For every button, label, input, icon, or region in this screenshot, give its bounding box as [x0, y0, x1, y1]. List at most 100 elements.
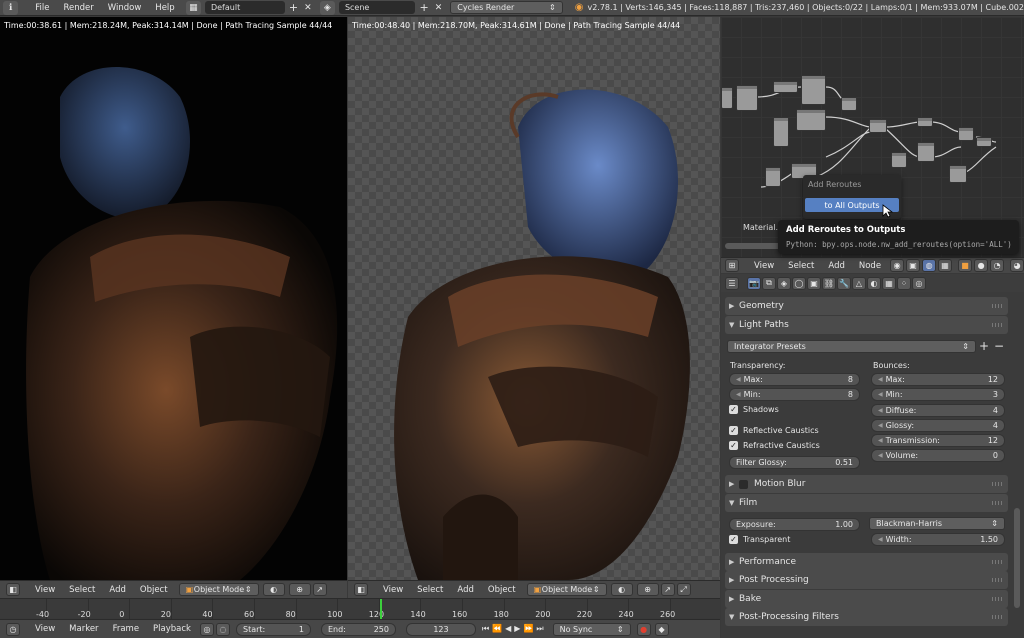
keying-icon[interactable]: ◎	[199, 622, 214, 636]
linestyle-icon[interactable]: ◔	[990, 259, 1005, 272]
material-tab-icon[interactable]: ◐	[867, 276, 881, 290]
drag-grip-icon[interactable]	[992, 501, 1002, 505]
menu-object[interactable]: Object	[133, 585, 175, 595]
transmission-field[interactable]: ◀ Transmission: 12	[871, 434, 1005, 447]
decrement-arrow-icon[interactable]: ◀	[878, 437, 883, 444]
panel-geometry[interactable]: ▶ Geometry	[725, 297, 1008, 315]
menu-file[interactable]: File	[28, 3, 56, 13]
render-engine-select[interactable]: Cycles Render ⇕	[450, 1, 563, 14]
filter-width-field[interactable]: ◀ Width: 1.50	[871, 533, 1005, 546]
filter-glossy-field[interactable]: Filter Glossy: 0.51	[729, 456, 860, 469]
sync-select[interactable]: No Sync ⇕	[552, 622, 631, 636]
current-frame-field[interactable]: 123	[405, 622, 476, 636]
node[interactable]	[976, 137, 992, 147]
drag-grip-icon[interactable]	[992, 597, 1002, 601]
record-icon[interactable]: ●	[636, 622, 651, 636]
node[interactable]	[841, 97, 857, 111]
remove-preset-icon[interactable]: −	[994, 339, 1004, 353]
start-frame-field[interactable]: Start: 1	[235, 622, 311, 636]
panel-performance[interactable]: ▶ Performance	[725, 553, 1008, 571]
preview-range-icon[interactable]: ◌	[215, 622, 230, 636]
decrement-arrow-icon[interactable]: ◀	[878, 407, 883, 414]
menu-select[interactable]: Select	[410, 585, 450, 595]
pivot-icon[interactable]: ⊕	[288, 583, 311, 596]
keyframe-icon[interactable]: ◆	[654, 622, 669, 636]
add-layout-icon[interactable]: +	[289, 1, 298, 14]
menu-view[interactable]: View	[28, 585, 62, 595]
menu-view[interactable]: View	[376, 585, 410, 595]
drag-grip-icon[interactable]	[992, 615, 1002, 619]
node[interactable]	[721, 87, 733, 109]
scene-icon[interactable]: ◈	[319, 0, 335, 15]
screen-layout-icon[interactable]: ▦	[185, 0, 201, 15]
decrement-arrow-icon[interactable]: ◀	[878, 376, 883, 383]
current-frame-marker[interactable]	[380, 599, 382, 619]
motion-blur-checkbox[interactable]	[739, 479, 748, 489]
properties-editor-icon[interactable]: ☰	[725, 276, 739, 290]
node[interactable]	[949, 165, 967, 183]
node[interactable]	[958, 127, 974, 141]
drag-grip-icon[interactable]	[992, 323, 1002, 327]
decrement-arrow-icon[interactable]: ◀	[878, 536, 883, 543]
playback-controls[interactable]: ⏮⏪◀▶⏩⏭	[482, 624, 547, 634]
panel-light-paths[interactable]: ▼ Light Paths	[725, 316, 1008, 334]
menu-object[interactable]: Object	[481, 585, 523, 595]
world-tab-icon[interactable]: ◯	[792, 276, 806, 290]
refractive-caustics-checkbox[interactable]: ✓ Refractive Caustics	[729, 441, 820, 450]
texture-tab-icon[interactable]: ▦	[882, 276, 896, 290]
node[interactable]	[869, 119, 887, 133]
shader-nodes-icon[interactable]: ◉	[890, 259, 905, 272]
render-layers-tab-icon[interactable]: ⧉	[762, 276, 776, 290]
viewport-right[interactable]: Time:00:48.40 | Mem:218.70M, Peak:314.61…	[348, 17, 720, 580]
viewport-left[interactable]: Time:00:38.61 | Mem:218.24M, Peak:314.14…	[0, 17, 347, 580]
remove-scene-icon[interactable]: ✕	[435, 3, 443, 13]
manipulator-icon[interactable]: ↗	[312, 583, 327, 596]
panel-post-processing-filters[interactable]: ▼ Post-Processing Filters	[725, 608, 1008, 626]
drag-grip-icon[interactable]	[992, 304, 1002, 308]
manipulator-icon[interactable]: ↗	[660, 583, 675, 596]
scene-tab-icon[interactable]: ◈	[777, 276, 791, 290]
node[interactable]	[796, 109, 826, 131]
editor-type-info-icon[interactable]: ℹ	[3, 0, 19, 15]
menu-frame[interactable]: Frame	[106, 624, 146, 634]
properties-scrollbar[interactable]	[1014, 508, 1020, 608]
reflective-caustics-checkbox[interactable]: ✓ Reflective Caustics	[729, 426, 819, 435]
drag-grip-icon[interactable]	[992, 560, 1002, 564]
end-frame-field[interactable]: End: 250	[320, 622, 396, 636]
menu-add[interactable]: Add	[450, 585, 480, 595]
shadows-checkbox[interactable]: ✓ Shadows	[729, 405, 779, 414]
menu-add[interactable]: Add	[102, 585, 132, 595]
panel-post-processing[interactable]: ▶ Post Processing	[725, 571, 1008, 589]
particles-tab-icon[interactable]: ⁘	[897, 276, 911, 290]
menu-render[interactable]: Render	[57, 3, 101, 13]
add-scene-icon[interactable]: +	[419, 1, 428, 14]
menu-help[interactable]: Help	[148, 3, 181, 13]
texture-nodes-icon[interactable]: ◍	[922, 259, 937, 272]
panel-film[interactable]: ▼ Film	[725, 494, 1008, 512]
menu-select[interactable]: Select	[62, 585, 102, 595]
timeline-ruler[interactable]: -40 -20 0 20 40 60 80 100 120 140 160 180 200 220 240 2…	[0, 598, 720, 619]
menu-marker[interactable]: Marker	[62, 624, 105, 634]
add-preset-icon[interactable]: +	[979, 339, 989, 353]
object-tab-icon[interactable]: ▣	[807, 276, 821, 290]
node[interactable]	[917, 142, 935, 162]
decrement-arrow-icon[interactable]: ◀	[878, 452, 883, 459]
mode-select[interactable]: ▣ Object Mode ⇕	[178, 583, 259, 596]
transparency-max-field[interactable]: ◀ Max: 8	[729, 373, 860, 386]
node[interactable]	[773, 81, 798, 93]
physics-tab-icon[interactable]: ◎	[912, 276, 926, 290]
node[interactable]	[773, 117, 789, 147]
transform-icon[interactable]: ⤢	[676, 583, 691, 596]
panel-motion-blur[interactable]: ▶ Motion Blur	[725, 475, 1008, 493]
transparent-checkbox[interactable]: ✓ Transparent	[729, 535, 790, 544]
node-editor-icon[interactable]: ⊞	[725, 259, 739, 272]
shading-icon[interactable]: ◐	[262, 583, 285, 596]
editor-type-icon[interactable]: ◧	[6, 583, 20, 596]
node[interactable]	[801, 75, 826, 105]
exposure-field[interactable]: Exposure: 1.00	[729, 518, 860, 531]
decrement-arrow-icon[interactable]: ◀	[736, 376, 741, 383]
object-icon[interactable]: ■	[958, 259, 973, 272]
panel-bake[interactable]: ▶ Bake	[725, 590, 1008, 608]
node[interactable]	[917, 117, 933, 127]
drag-grip-icon[interactable]	[992, 578, 1002, 582]
